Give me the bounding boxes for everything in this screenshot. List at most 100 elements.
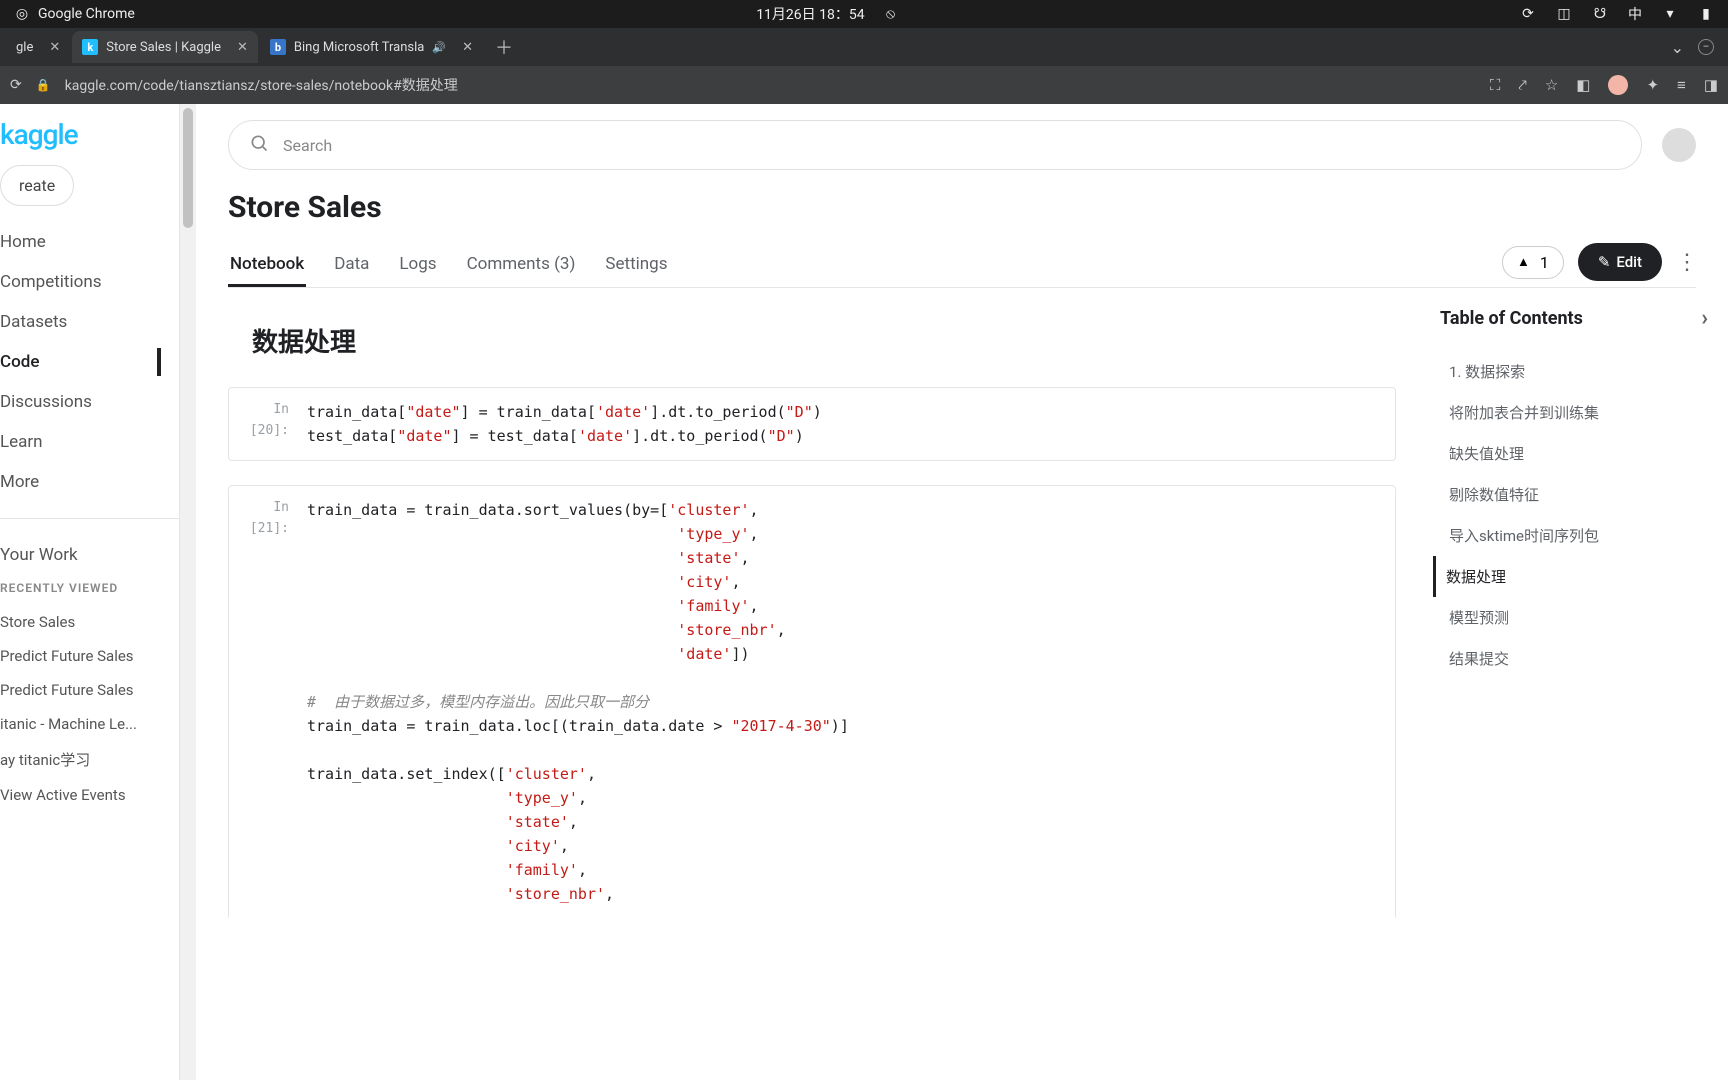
bookmark-icon[interactable]: ☆ — [1545, 76, 1558, 94]
toc-item[interactable]: 剔除数值特征 — [1440, 474, 1708, 515]
cell-prompt: In [20]: — [229, 388, 295, 460]
upvote-button[interactable]: ▲ 1 — [1502, 246, 1564, 279]
toc-item[interactable]: 结果提交 — [1440, 638, 1708, 679]
bing-favicon-icon: b — [270, 39, 286, 55]
kaggle-logo[interactable]: kaggle — [0, 118, 179, 165]
browser-tab[interactable]: b Bing Microsoft Transla 🔊 ✕ — [260, 31, 483, 63]
translate-icon[interactable]: ⛶ — [1490, 76, 1501, 94]
chrome-logo-icon: ◎ — [14, 6, 30, 22]
tab-comments[interactable]: Comments (3) — [465, 244, 578, 287]
edit-label: Edit — [1616, 253, 1642, 271]
tab-dropdown-icon[interactable]: ⌄ — [1671, 38, 1684, 57]
edit-pencil-icon: ✎ — [1598, 253, 1611, 271]
nav-learn[interactable]: Learn — [0, 422, 179, 462]
page-title: Store Sales — [228, 190, 1696, 225]
tab-settings[interactable]: Settings — [603, 244, 669, 287]
browser-tab[interactable]: k Store Sales | Kaggle ✕ — [72, 31, 258, 63]
code-cell[interactable]: In [21]: train_data = train_data.sort_va… — [228, 485, 1396, 918]
sysbar-app-name: Google Chrome — [38, 6, 135, 22]
sysbar-datetime: 11月26日 18：54 — [756, 4, 864, 24]
table-of-contents: Table of Contents › 1. 数据探索 将附加表合并到训练集 缺… — [1428, 288, 1728, 1080]
toc-item[interactable]: 缺失值处理 — [1440, 433, 1708, 474]
close-tab-icon[interactable]: ✕ — [229, 40, 248, 55]
main-content: Search Store Sales Notebook Data Logs Co… — [196, 104, 1728, 1080]
ime-indicator[interactable]: 中 — [1628, 4, 1642, 24]
search-placeholder: Search — [283, 136, 332, 155]
scroll-thumb[interactable] — [183, 108, 193, 228]
tab-logs[interactable]: Logs — [397, 244, 438, 287]
battery-icon[interactable]: ▮ — [1698, 6, 1714, 22]
more-menu-icon[interactable]: ⋮ — [1676, 250, 1696, 275]
nav-competitions[interactable]: Competitions — [0, 262, 179, 302]
app-body: kaggle reate Home Competitions Datasets … — [0, 104, 1728, 1080]
search-input[interactable]: Search — [228, 120, 1642, 170]
close-tab-icon[interactable]: ✕ — [454, 40, 473, 55]
recent-item[interactable]: itanic - Machine Le... — [0, 707, 179, 741]
tab-data[interactable]: Data — [332, 244, 371, 287]
toc-header: Table of Contents › — [1440, 306, 1708, 331]
toc-item[interactable]: 模型预测 — [1440, 597, 1708, 638]
create-button[interactable]: reate — [0, 165, 74, 206]
toc-item[interactable]: 数据处理 — [1433, 556, 1708, 597]
view-active-events[interactable]: View Active Events — [0, 778, 179, 812]
kaggle-favicon-icon: k — [82, 39, 98, 55]
upvote-count: 1 — [1540, 253, 1549, 272]
nav-your-work[interactable]: Your Work — [0, 535, 179, 575]
system-menubar: ◎ Google Chrome 11月26日 18：54 ⦸ ⟳ ◫ ☋ 中 ▾… — [0, 0, 1728, 28]
page-tabs: Notebook Data Logs Comments (3) Settings — [228, 244, 669, 287]
nav-datasets[interactable]: Datasets — [0, 302, 179, 342]
reload-icon[interactable]: ⟳ — [10, 77, 22, 93]
url-text[interactable]: kaggle.com/code/tiansztiansz/store-sales… — [65, 75, 1476, 95]
content-body: 数据处理 In [20]: train_data["date"] = train… — [196, 288, 1728, 1080]
code-cell[interactable]: In [20]: train_data["date"] = train_data… — [228, 387, 1396, 461]
vertical-scrollbar[interactable] — [180, 104, 196, 1080]
sync-icon[interactable]: ⟳ — [1520, 6, 1536, 22]
minimize-window-button[interactable]: – — [1698, 39, 1714, 55]
do-not-disturb-icon[interactable]: ⦸ — [883, 6, 899, 22]
cell-prompt: In [21]: — [229, 486, 295, 918]
browser-tab[interactable]: gle ✕ — [6, 31, 70, 63]
extension-icon[interactable]: ◧ — [1576, 76, 1590, 94]
toc-item[interactable]: 1. 数据探索 — [1440, 351, 1708, 392]
extensions-puzzle-icon[interactable]: ✦ — [1646, 76, 1659, 94]
user-avatar[interactable] — [1662, 128, 1696, 162]
wifi-icon[interactable]: ▾ — [1662, 6, 1678, 22]
recent-item[interactable]: Store Sales — [0, 605, 179, 639]
search-row: Search — [196, 104, 1728, 182]
toc-item[interactable]: 将附加表合并到训练集 — [1440, 392, 1708, 433]
app-tray-icon[interactable]: ◫ — [1556, 6, 1572, 22]
recent-item[interactable]: Predict Future Sales — [0, 673, 179, 707]
tab-title: gle — [16, 40, 33, 55]
divider — [0, 518, 179, 519]
new-tab-button[interactable]: ＋ — [485, 34, 523, 60]
edit-button[interactable]: ✎ Edit — [1578, 243, 1662, 281]
lock-icon[interactable]: 🔒 — [36, 78, 51, 92]
cell-code: train_data = train_data.sort_values(by=[… — [295, 486, 1395, 918]
nav-home[interactable]: Home — [0, 222, 179, 262]
recent-item[interactable]: Predict Future Sales — [0, 639, 179, 673]
recent-item[interactable]: ay titanic学习 — [0, 741, 179, 778]
nav-discussions[interactable]: Discussions — [0, 382, 179, 422]
profile-avatar-icon[interactable] — [1608, 75, 1628, 95]
nav-more[interactable]: More — [0, 462, 179, 502]
section-heading: 数据处理 — [252, 322, 1396, 359]
title-area: Store Sales Notebook Data Logs Comments … — [196, 182, 1728, 288]
recently-viewed-header: RECENTLY VIEWED — [0, 575, 179, 605]
tab-title: Store Sales | Kaggle — [106, 40, 221, 55]
side-panel-icon[interactable]: ◨ — [1704, 76, 1718, 94]
settings-lines-icon[interactable]: ≡ — [1677, 76, 1686, 94]
tab-notebook[interactable]: Notebook — [228, 244, 306, 287]
search-icon — [249, 133, 269, 157]
tab-title: Bing Microsoft Transla — [294, 40, 424, 55]
left-sidebar: kaggle reate Home Competitions Datasets … — [0, 104, 180, 1080]
share-icon[interactable]: ⤤ — [1518, 76, 1526, 94]
browser-tabbar: gle ✕ k Store Sales | Kaggle ✕ b Bing Mi… — [0, 28, 1728, 66]
upvote-arrow-icon: ▲ — [1517, 254, 1530, 270]
toc-item[interactable]: 导入sktime时间序列包 — [1440, 515, 1708, 556]
nav-code[interactable]: Code — [0, 342, 179, 382]
chevron-right-icon[interactable]: › — [1701, 306, 1708, 331]
accessibility-icon[interactable]: ☋ — [1592, 6, 1608, 22]
tab-audio-icon[interactable]: 🔊 — [432, 41, 446, 54]
close-tab-icon[interactable]: ✕ — [41, 40, 60, 55]
cell-code: train_data["date"] = train_data['date'].… — [295, 388, 1395, 460]
